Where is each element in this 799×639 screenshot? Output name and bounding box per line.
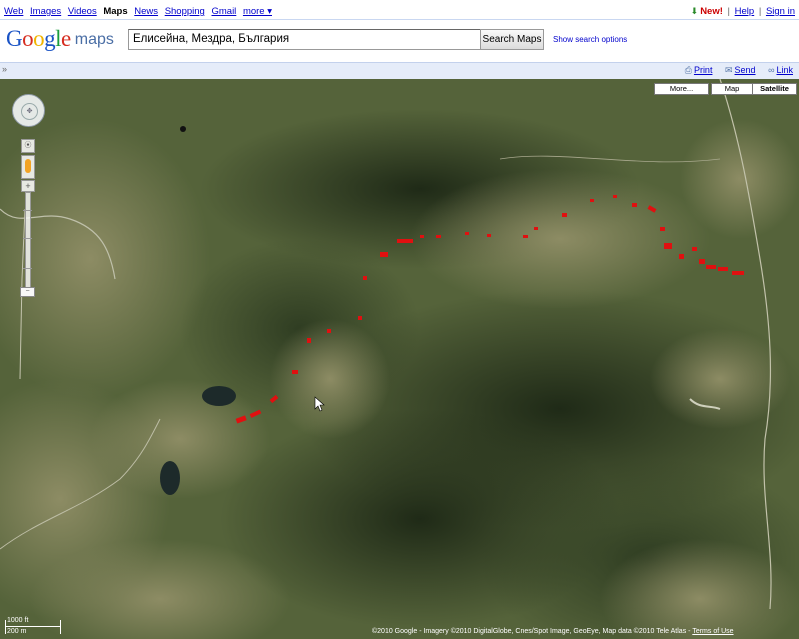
zoom-slider-handle[interactable]: −: [20, 287, 35, 297]
maps-wordmark: maps: [74, 31, 114, 48]
toolbar-links: ⎙ Print ✉ Send ∞ Link: [675, 65, 793, 76]
scale-bar: 1000 ft 200 m: [5, 617, 63, 638]
header-divider: [0, 19, 799, 20]
satellite-type-button[interactable]: Satellite: [752, 83, 797, 95]
separator: |: [758, 6, 762, 17]
scale-meters: 200 m: [7, 628, 27, 635]
show-search-options-link[interactable]: Show search options: [553, 35, 627, 44]
envelope-icon: ✉: [724, 65, 733, 75]
separator: |: [727, 6, 730, 17]
help-link[interactable]: Help: [735, 6, 755, 17]
scale-feet: 1000 ft: [7, 617, 29, 624]
chain-link-icon: ∞: [768, 65, 775, 75]
sign-in-link[interactable]: Sign in: [766, 6, 795, 17]
search-maps-button[interactable]: Search Maps: [480, 29, 544, 50]
copyright-text: ©2010 Google - Imagery ©2010 DigitalGlob…: [372, 628, 734, 635]
map-toolbar: » ⎙ Print ✉ Send ∞ Link: [0, 62, 799, 80]
copyright-notice: ©2010 Google - Imagery ©2010 DigitalGlob…: [372, 628, 691, 635]
satellite-map[interactable]: ✥ ⦿ + − More... Map Satellite 1000 ft 20…: [0, 79, 799, 639]
shopping-link[interactable]: Shopping: [165, 6, 205, 17]
search-input[interactable]: Елисейна, Мездра, България: [128, 29, 486, 50]
satellite-imagery: [0, 79, 799, 639]
download-arrow-icon: ⬇: [690, 6, 699, 16]
account-links: ⬇ New! | Help | Sign in: [691, 6, 795, 17]
link-link[interactable]: Link: [776, 65, 793, 75]
pegman-icon[interactable]: [21, 155, 35, 179]
google-bar: Web Images Videos Maps News Shopping Gma…: [0, 0, 799, 20]
collapse-panel-button[interactable]: »: [2, 64, 7, 74]
google-maps-logo[interactable]: Google maps: [6, 26, 114, 52]
compass-icon: ✥: [21, 103, 38, 120]
zoom-slider-ticks: [23, 210, 32, 211]
more-layers-button[interactable]: More...: [654, 83, 709, 95]
zoom-slider[interactable]: [23, 192, 32, 294]
terms-of-use-link[interactable]: Terms of Use: [692, 628, 733, 635]
google-wordmark: Google: [6, 26, 71, 51]
street-view-control[interactable]: ⦿: [21, 139, 35, 153]
zoom-slider-ticks: [23, 268, 32, 269]
images-link[interactable]: Images: [30, 6, 61, 17]
new-badge: New!: [700, 6, 723, 17]
pan-control[interactable]: ✥: [12, 94, 45, 127]
send-link[interactable]: Send: [735, 65, 756, 75]
web-link[interactable]: Web: [4, 6, 23, 17]
maps-current-link: Maps: [103, 6, 128, 17]
printer-icon: ⎙: [684, 65, 692, 75]
gmail-link[interactable]: Gmail: [211, 6, 236, 17]
zoom-in-button[interactable]: +: [21, 180, 35, 192]
more-link[interactable]: more ▾: [243, 6, 272, 17]
news-link[interactable]: News: [134, 6, 158, 17]
videos-link[interactable]: Videos: [68, 6, 97, 17]
print-link[interactable]: Print: [694, 65, 713, 75]
map-type-button[interactable]: Map: [711, 83, 753, 95]
service-links: Web Images Videos Maps News Shopping Gma…: [4, 6, 272, 17]
zoom-slider-ticks: [23, 238, 32, 239]
